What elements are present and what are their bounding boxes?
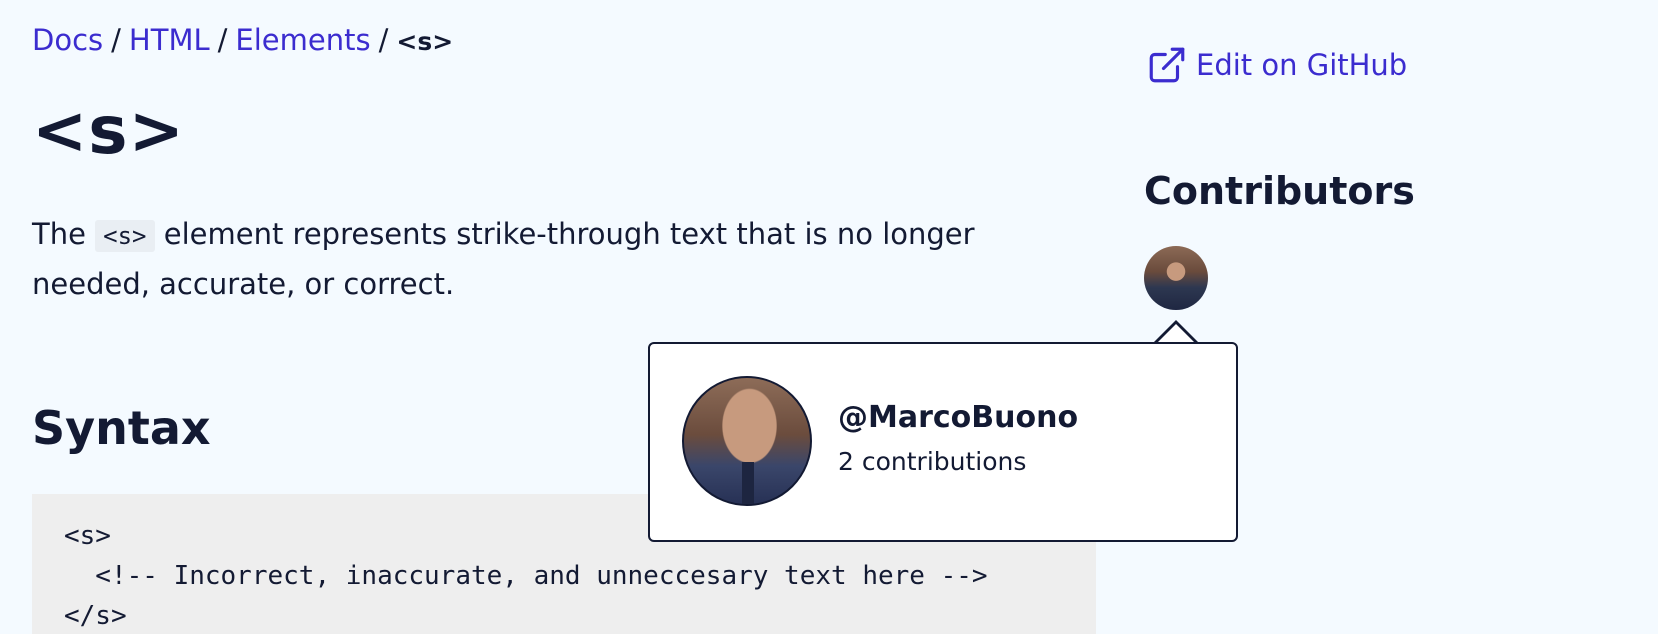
breadcrumb-separator: / — [217, 23, 228, 57]
breadcrumb-separator: / — [111, 23, 121, 57]
breadcrumb: Docs / HTML / Elements / <s> — [32, 20, 453, 62]
avatar-detail — [742, 462, 754, 504]
code-line: </s> — [64, 601, 127, 631]
breadcrumb-link-docs[interactable]: Docs — [32, 23, 103, 57]
breadcrumb-current: <s> — [396, 27, 454, 56]
contributors-heading: Contributors — [1144, 169, 1415, 213]
description-text-end: element represents strike-through text t… — [32, 217, 975, 301]
breadcrumb-separator: / — [378, 23, 389, 57]
edit-on-github-label: Edit on GitHub — [1196, 48, 1408, 82]
edit-on-github-link[interactable]: Edit on GitHub — [1146, 44, 1407, 86]
page-title: <s> — [32, 92, 185, 169]
code-line: <!-- Incorrect, inaccurate, and unnecces… — [64, 561, 988, 591]
page: Docs / HTML / Elements / <s> <s> The <s> eleme… — [0, 0, 1658, 634]
breadcrumb-link-html[interactable]: HTML — [129, 23, 210, 57]
contributor-username[interactable]: @MarcoBuono — [838, 398, 1078, 438]
contributor-contributions-count: 2 contributions — [838, 447, 1027, 476]
inline-code: <s> — [95, 220, 155, 252]
breadcrumb-link-elements[interactable]: Elements — [235, 23, 370, 57]
contributor-avatar[interactable] — [1144, 246, 1208, 310]
page-description: The <s> element represents strike-throug… — [32, 210, 1092, 308]
external-link-icon — [1149, 47, 1185, 83]
syntax-heading: Syntax — [32, 401, 211, 455]
contributor-popover: @MarcoBuono 2 contributions — [648, 342, 1238, 542]
contributor-avatar-large — [682, 376, 812, 506]
description-text-start: The — [32, 217, 96, 251]
